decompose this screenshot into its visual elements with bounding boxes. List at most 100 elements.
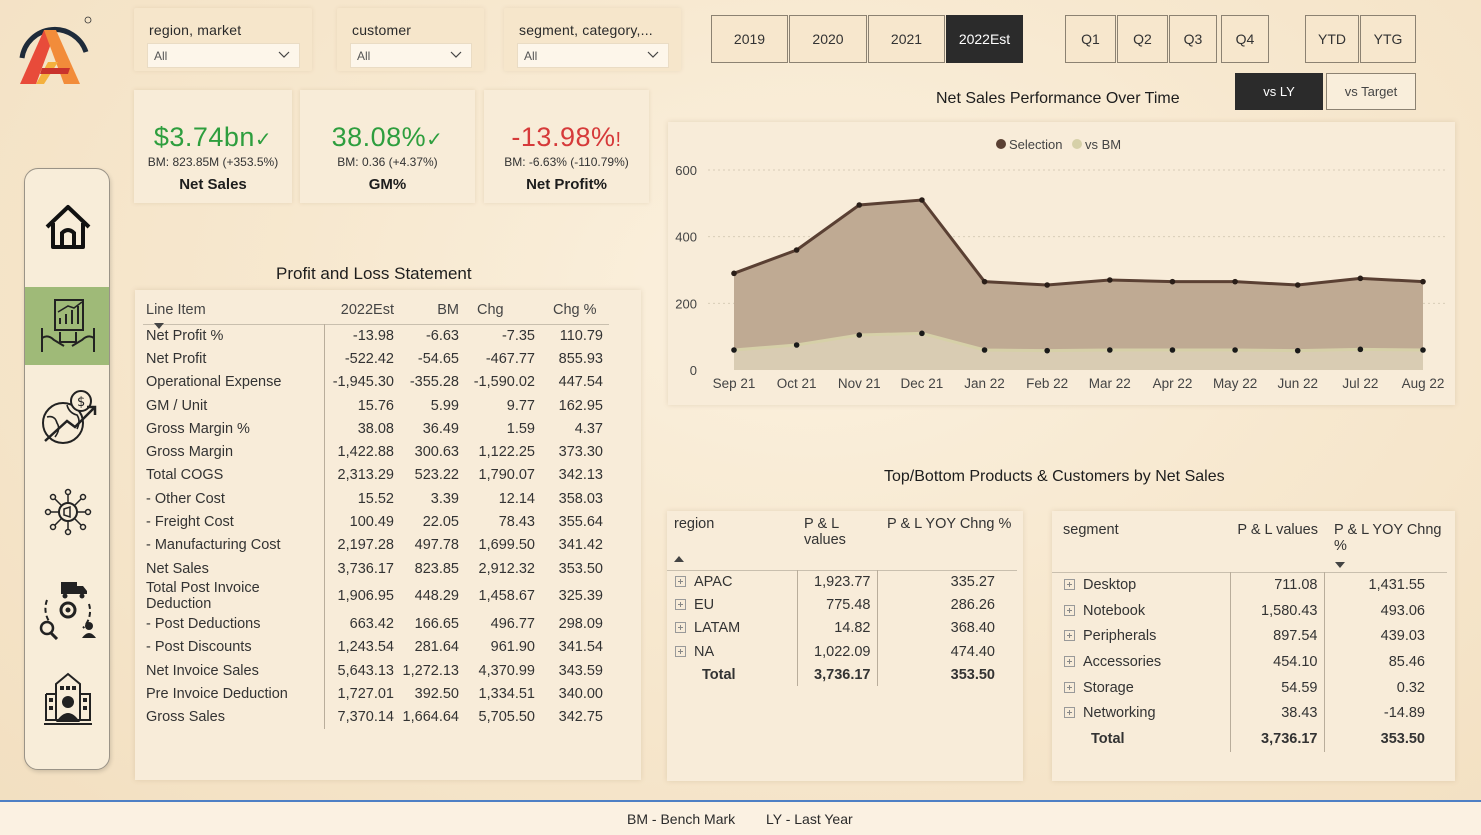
matrix-row[interactable]: EU 775.48 286.26 [667, 593, 1017, 617]
line-item-cell: - Other Cost [143, 487, 325, 511]
expand-plus-icon[interactable] [1064, 579, 1075, 591]
quarter-button-q1[interactable]: Q1 [1065, 15, 1116, 63]
value-cell: 1,580.43 [1230, 597, 1325, 624]
matrix-row[interactable]: Accessories 454.10 85.46 [1052, 649, 1447, 675]
year-button-2022est[interactable]: 2022Est [946, 15, 1023, 63]
expand-plus-icon[interactable] [1064, 655, 1075, 667]
value-cell: 281.64 [414, 639, 459, 656]
value-cell: 373.30 [558, 444, 603, 461]
slicer-title: region, market [149, 22, 242, 38]
selection-point [1294, 282, 1301, 288]
table-row[interactable]: - Manufacturing Cost 2,197.28 497.78 1,699.… [143, 533, 609, 557]
table-row[interactable]: - Freight Cost 100.49 22.05 78.43 355.64 [143, 510, 609, 534]
table-row[interactable]: Pre Invoice Deduction 1,727.01 392.50 1,334… [143, 682, 609, 706]
table-row[interactable]: Gross Margin 1,422.88 300.63 1,122.25 373.30 [143, 440, 609, 464]
table-row[interactable]: - Post Discounts 1,243.54 281.64 961.90 341.… [143, 635, 609, 659]
matrix-row[interactable]: Notebook 1,580.43 493.06 [1052, 597, 1447, 624]
selection-point [919, 197, 925, 203]
nav-executive[interactable] [25, 663, 109, 733]
table-row[interactable]: - Other Cost 15.52 3.39 12.14 358.03 [143, 487, 609, 511]
value-cell: 823.85 [414, 560, 459, 577]
region-market-dropdown[interactable]: All [147, 43, 300, 68]
table-row[interactable]: Net Profit -522.42 -54.65 -467.77 855.93 [143, 347, 609, 371]
kpi-benchmark: BM: -6.63% (-110.79%) [504, 155, 629, 169]
table-row[interactable]: GM / Unit 15.76 5.99 9.77 162.95 [143, 393, 609, 418]
quarter-button-q4[interactable]: Q4 [1221, 15, 1269, 63]
column-header-chg[interactable]: Chg [465, 296, 541, 324]
table-row[interactable]: Total Post Invoice Deduction 1,906.95 448.… [143, 580, 609, 613]
executive-icon [44, 672, 92, 725]
column-header-chg-pct[interactable]: Chg % [541, 296, 609, 324]
nav-supply-chain[interactable] [25, 565, 109, 653]
expand-plus-icon[interactable] [1064, 604, 1075, 616]
expand-plus-icon[interactable] [675, 622, 686, 634]
table-row[interactable]: Net Sales 3,736.17 823.85 2,912.32 353.50 [143, 556, 609, 581]
quarter-button-q2[interactable]: Q2 [1117, 15, 1168, 63]
kpi-value: 38.08%✓ [300, 122, 475, 153]
nav-global-sales[interactable]: $ [25, 377, 109, 459]
column-header-2022est[interactable]: 2022Est [324, 296, 400, 324]
nav-marketing[interactable] [25, 471, 109, 553]
sort-desc-icon [1335, 562, 1345, 568]
quarter-button-q3[interactable]: Q3 [1169, 15, 1217, 63]
header-label: Line Item [146, 301, 206, 318]
table-row[interactable]: Total COGS 2,313.29 523.22 1,790.07 342.13 [143, 463, 609, 488]
table-row[interactable]: Net Profit % -13.98 -6.63 -7.35 110.79 [143, 324, 609, 348]
column-header-region[interactable]: region [667, 516, 797, 570]
value-cell: 298.09 [558, 615, 603, 632]
value-cell: 5,643.13 [337, 662, 394, 679]
expand-plus-icon[interactable] [1064, 681, 1075, 693]
expand-plus-icon[interactable] [1064, 630, 1075, 642]
pl-table: Line Item 2022Est BM Chg Chg % Net Profi… [143, 296, 609, 729]
period-button-ytd[interactable]: YTD [1305, 15, 1359, 63]
matrix-row[interactable]: Desktop 711.08 1,431.55 [1052, 572, 1447, 598]
expand-plus-icon[interactable] [675, 645, 686, 657]
table-row[interactable]: Gross Margin % 38.08 36.49 1.59 4.37 [143, 417, 609, 441]
kpi-value-text: 38.08% [331, 122, 427, 152]
expand-plus-icon[interactable] [1064, 707, 1075, 719]
table-row[interactable]: Net Invoice Sales 5,643.13 1,272.13 4,370.9… [143, 658, 609, 683]
value-cell: 454.10 [1230, 649, 1325, 675]
matrix-row[interactable]: Storage 54.59 0.32 [1052, 674, 1447, 701]
column-header-bm[interactable]: BM [400, 296, 465, 324]
y-tick-label: 0 [690, 363, 697, 378]
matrix-row[interactable]: APAC 1,923.77 335.27 [667, 570, 1017, 594]
row-label: Accessories [1083, 653, 1162, 670]
value-cell: 1,022.09 [797, 639, 878, 664]
year-button-2020[interactable]: 2020 [789, 15, 867, 63]
bm-point [1420, 347, 1426, 353]
column-header-pl-values[interactable]: P & L values [1230, 522, 1324, 572]
column-header-pl-yoy[interactable]: P & L YOY Chng % [1324, 522, 1447, 572]
nav-finance[interactable] [25, 287, 109, 365]
value-cell: 335.27 [950, 573, 995, 590]
expand-plus-icon[interactable] [675, 575, 686, 587]
table-row[interactable]: - Post Deductions 663.42 166.65 496.77 298.0… [143, 612, 609, 636]
year-button-2021[interactable]: 2021 [868, 15, 945, 63]
matrix-row[interactable]: NA 1,022.09 474.40 [667, 639, 1017, 664]
legend-bm-label: vs BM [1085, 137, 1121, 152]
value-cell: 15.76 [357, 397, 394, 414]
column-header-pl-values[interactable]: P & L values [797, 516, 877, 570]
year-button-2019[interactable]: 2019 [711, 15, 788, 63]
nav-home[interactable] [25, 179, 109, 274]
value-cell: 897.54 [1230, 623, 1325, 650]
segment-category-dropdown[interactable]: All [517, 43, 669, 68]
matrix-row[interactable]: Networking 38.43 -14.89 [1052, 700, 1447, 727]
compare-vs-target-button[interactable]: vs Target [1326, 73, 1416, 110]
expand-plus-icon[interactable] [675, 598, 686, 610]
matrix-row[interactable]: LATAM 14.82 368.40 [667, 616, 1017, 640]
row-label: Notebook [1083, 602, 1146, 619]
column-header-line-item[interactable]: Line Item [143, 296, 324, 329]
period-button-ytg[interactable]: YTG [1360, 15, 1416, 63]
matrix-row[interactable]: Peripherals 897.54 439.03 [1052, 623, 1447, 650]
compare-vs-ly-button[interactable]: vs LY [1235, 73, 1323, 110]
table-row[interactable]: Operational Expense -1,945.30 -355.28 -1,59… [143, 370, 609, 394]
column-header-segment[interactable]: segment [1052, 522, 1230, 572]
column-header-pl-yoy[interactable]: P & L YOY Chng % [877, 516, 1017, 570]
bm-point [981, 347, 988, 353]
value-cell: -54.65 [417, 350, 459, 367]
table-row[interactable]: Gross Sales 7,370.14 1,664.64 5,705.50 342.7… [143, 705, 609, 729]
chevron-down-icon [278, 51, 290, 58]
x-tick-label: Dec 21 [901, 376, 944, 391]
customer-dropdown[interactable]: All [350, 43, 472, 68]
